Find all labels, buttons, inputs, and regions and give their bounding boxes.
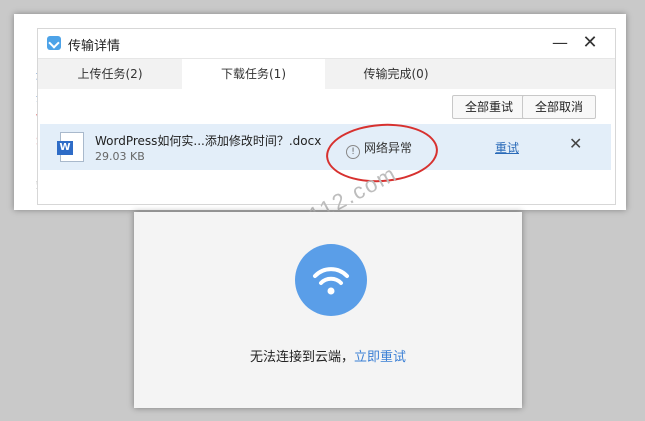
tab-download[interactable]: 下载任务(1) xyxy=(182,59,325,90)
error-text: 无法连接到云端， xyxy=(249,350,354,365)
dialog-title: 传输详情 xyxy=(68,39,121,54)
transfer-details-dialog: 传输详情 — ✕ 上传任务(2) 下载任务(1) 传输完成(0) 全部重试 全部… xyxy=(37,28,616,205)
wifi-icon xyxy=(295,244,367,316)
action-bar: 全部重试 全部取消 xyxy=(38,89,615,123)
retry-link[interactable]: 重试 xyxy=(495,139,519,156)
retry-now-link[interactable]: 立即重试 xyxy=(354,350,406,365)
titlebar: 传输详情 — ✕ xyxy=(38,29,615,57)
cancel-all-button[interactable]: 全部取消 xyxy=(522,95,596,119)
cloud-error-card: 无法连接到云端，立即重试 xyxy=(134,212,522,408)
app-logo-icon xyxy=(47,36,61,50)
file-name: WordPress如何实...添加修改时间？.docx xyxy=(95,134,322,148)
minimize-button[interactable]: — xyxy=(549,32,571,54)
word-badge: W xyxy=(57,141,73,155)
remove-task-icon[interactable]: ✕ xyxy=(569,134,582,153)
close-button[interactable]: ✕ xyxy=(579,32,601,54)
download-task-row[interactable]: W WordPress如何实...添加修改时间？.docx 29.03 KB !… xyxy=(40,124,611,170)
tab-completed[interactable]: 传输完成(0) xyxy=(325,59,467,89)
word-file-icon: W xyxy=(57,132,86,162)
connection-error-message: 无法连接到云端，立即重试 xyxy=(134,346,522,365)
tab-upload[interactable]: 上传任务(2) xyxy=(38,59,182,89)
tab-bar: 上传任务(2) 下载任务(1) 传输完成(0) xyxy=(38,58,615,90)
retry-all-button[interactable]: 全部重试 xyxy=(452,95,526,119)
file-size: 29.03 KB xyxy=(95,150,145,163)
